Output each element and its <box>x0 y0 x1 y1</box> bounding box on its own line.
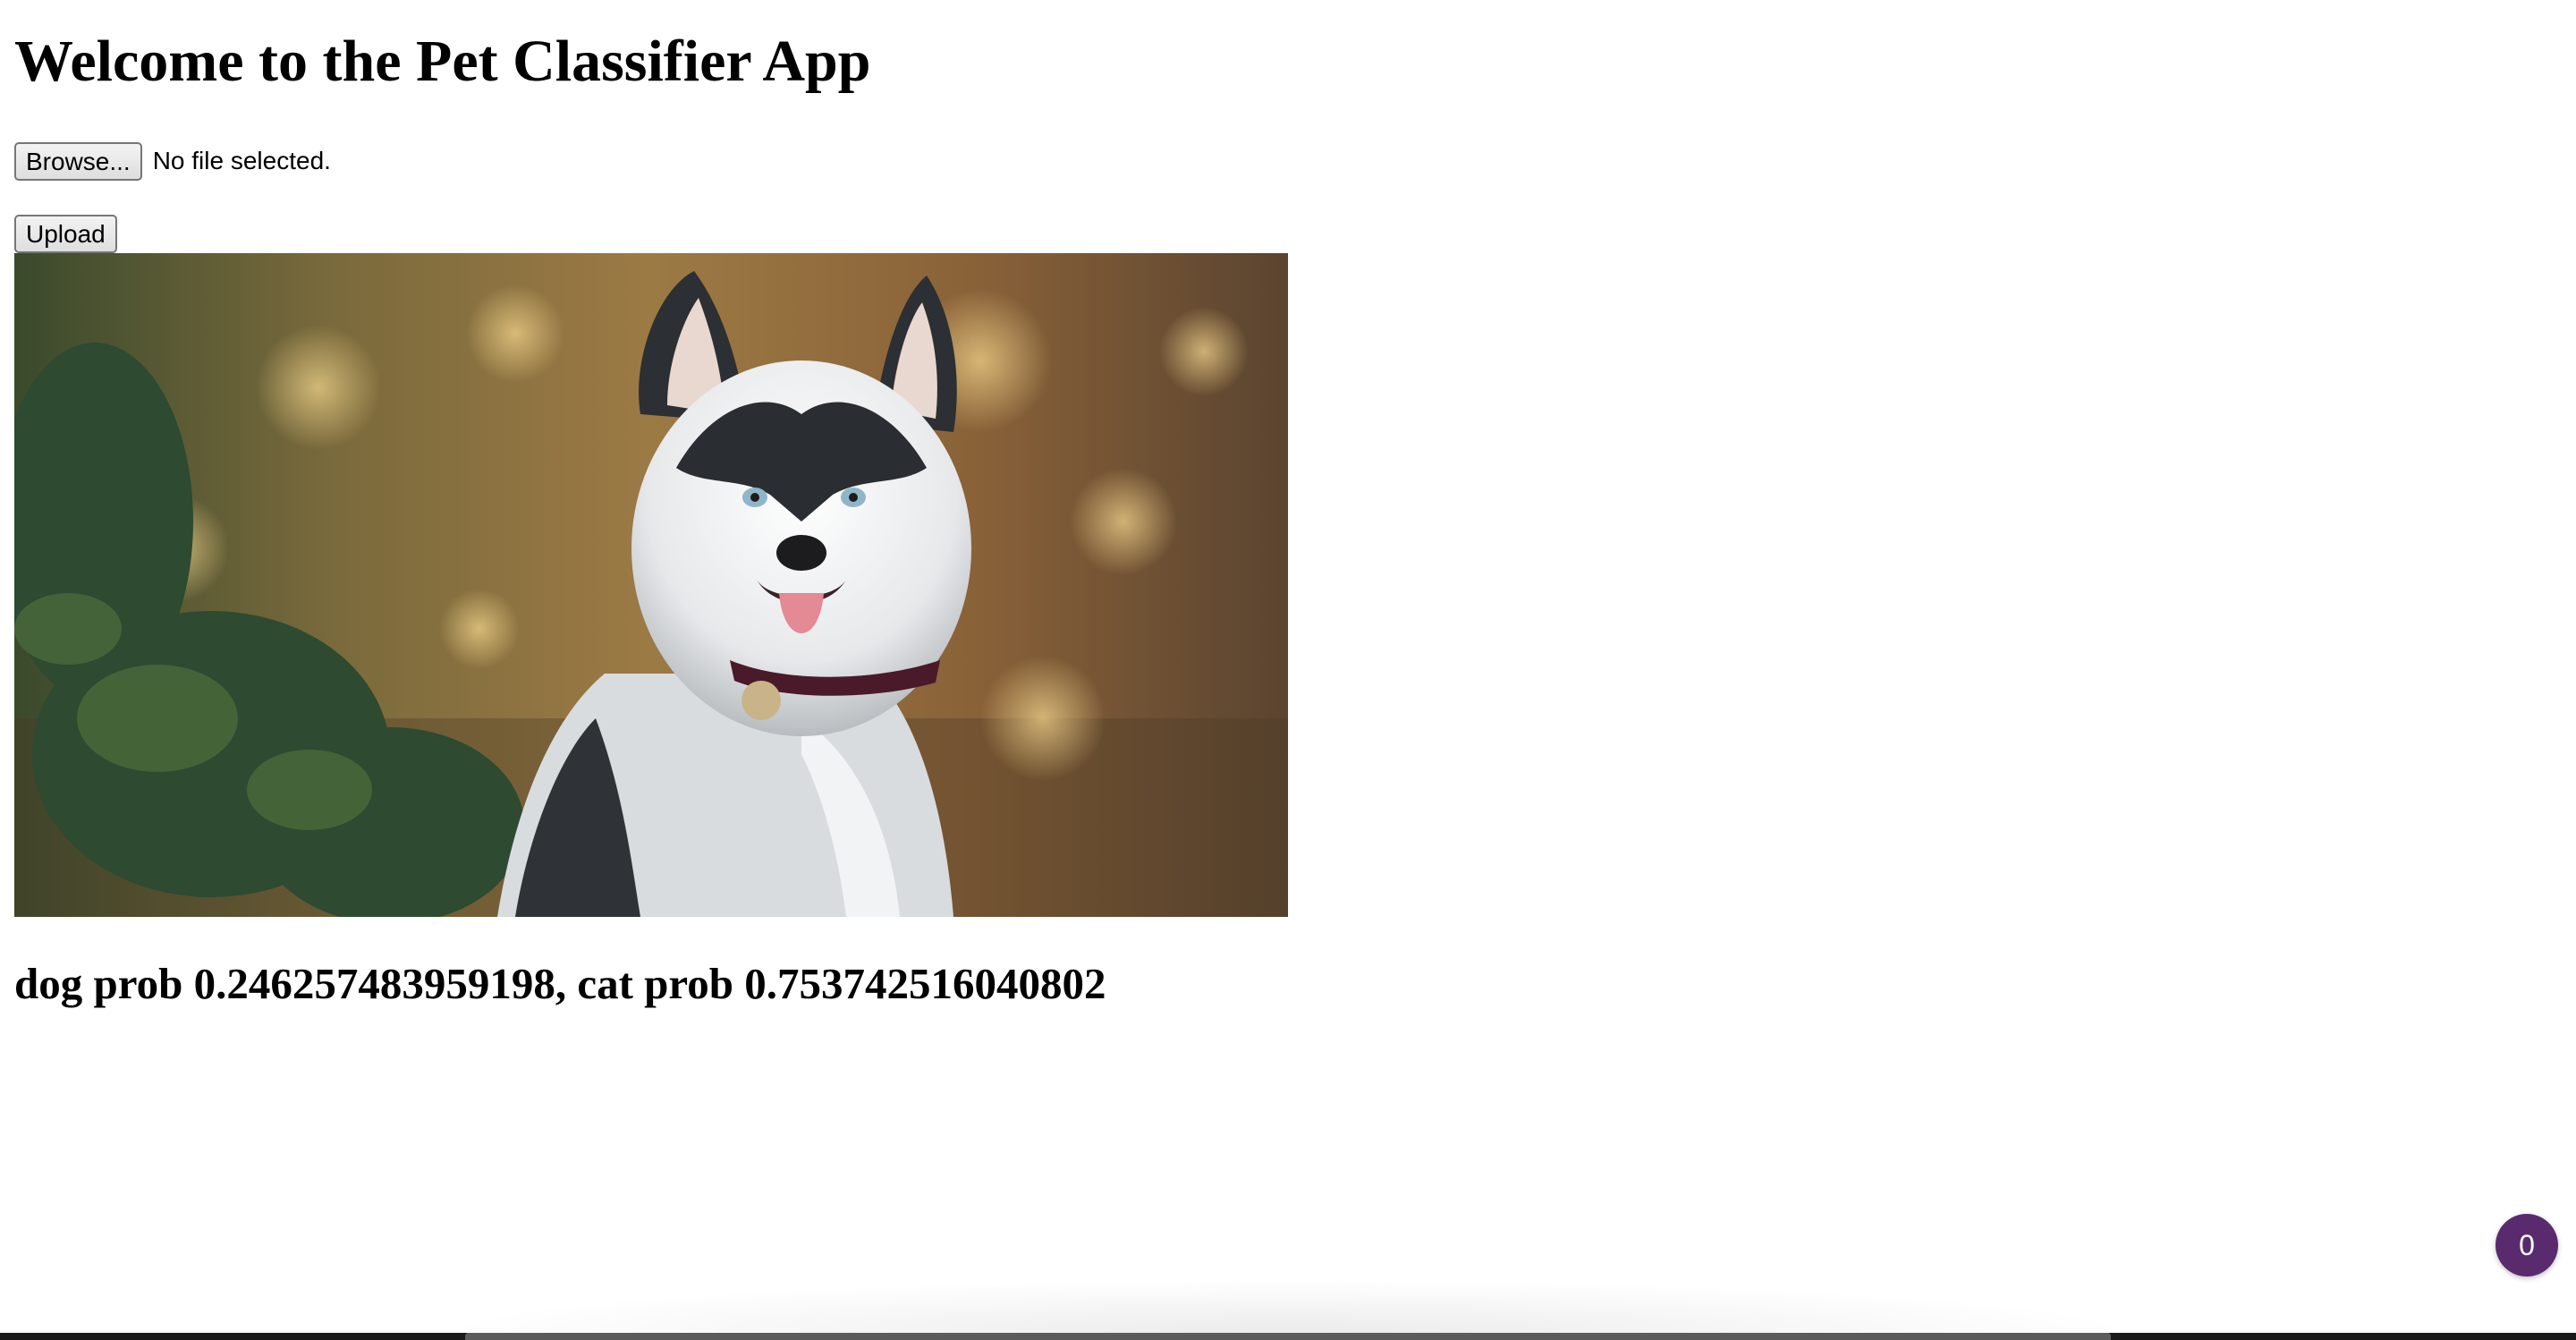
file-status-text: No file selected. <box>152 147 331 174</box>
uploaded-image-preview <box>14 253 1288 917</box>
upload-button[interactable]: Upload <box>14 215 117 253</box>
dock-edge <box>465 1333 2111 1340</box>
window-bottom-shadow <box>429 1279 2147 1333</box>
classification-result: dog prob 0.246257483959198, cat prob 0.7… <box>14 959 1106 1008</box>
browse-button[interactable]: Browse... <box>14 141 142 181</box>
husky-photo <box>14 253 1288 917</box>
upload-form-actions: Upload <box>14 215 117 253</box>
file-input[interactable]: Browse... No file selected. <box>14 141 331 181</box>
page-title: Welcome to the Pet Classifier App <box>14 29 871 94</box>
notification-counter-badge[interactable]: 0 <box>2496 1214 2558 1276</box>
